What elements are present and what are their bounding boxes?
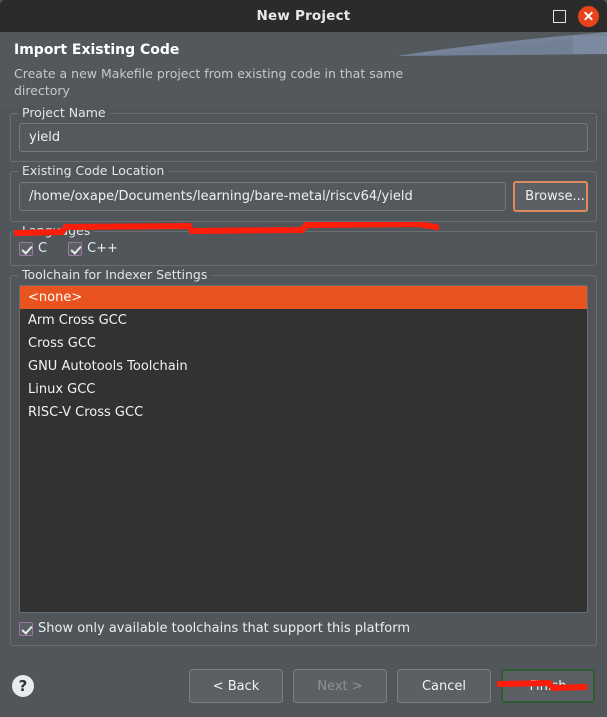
new-project-dialog: New Project Import Existing Code Create … bbox=[0, 0, 607, 717]
languages-row: C C++ bbox=[19, 241, 588, 256]
dialog-body: Project Name Existing Code Location Brow… bbox=[0, 105, 607, 655]
toolchain-filter-row: Show only available toolchains that supp… bbox=[19, 613, 588, 636]
toolchain-group-label: Toolchain for Indexer Settings bbox=[18, 267, 212, 283]
show-available-toolchains-checkbox[interactable]: Show only available toolchains that supp… bbox=[19, 621, 588, 636]
back-button[interactable]: < Back bbox=[189, 669, 283, 703]
maximize-icon[interactable] bbox=[553, 9, 566, 23]
wizard-header: Import Existing Code Create a new Makefi… bbox=[0, 32, 607, 109]
code-location-input[interactable] bbox=[19, 182, 507, 211]
cancel-button[interactable]: Cancel bbox=[397, 669, 491, 703]
list-item[interactable]: RISC-V Cross GCC bbox=[20, 401, 587, 424]
check-icon bbox=[19, 621, 33, 636]
list-item[interactable]: GNU Autotools Toolchain bbox=[20, 355, 587, 378]
language-checkbox-cpp[interactable]: C++ bbox=[68, 241, 118, 256]
language-label-c: C bbox=[38, 241, 48, 256]
next-button: Next > bbox=[293, 669, 387, 703]
check-icon bbox=[19, 241, 33, 256]
title-bar: New Project bbox=[0, 0, 607, 32]
window-title: New Project bbox=[256, 8, 351, 24]
project-name-group-label: Project Name bbox=[18, 105, 110, 121]
languages-group: Languages C C++ bbox=[10, 223, 597, 266]
list-item[interactable]: Linux GCC bbox=[20, 378, 587, 401]
footer-button-group: < Back Next > Cancel Finish bbox=[189, 669, 595, 703]
list-item[interactable]: Arm Cross GCC bbox=[20, 309, 587, 332]
list-item[interactable]: <none> bbox=[20, 286, 587, 309]
browse-button[interactable]: Browse... bbox=[513, 181, 588, 212]
code-location-row: Browse... bbox=[19, 181, 588, 212]
show-available-toolchains-label: Show only available toolchains that supp… bbox=[38, 621, 411, 636]
close-icon[interactable] bbox=[578, 5, 599, 27]
check-icon bbox=[68, 241, 83, 256]
toolchain-list[interactable]: <none> Arm Cross GCC Cross GCC GNU Autot… bbox=[19, 285, 588, 613]
finish-button[interactable]: Finish bbox=[501, 669, 595, 703]
list-item[interactable]: Cross GCC bbox=[20, 332, 587, 355]
window-controls bbox=[553, 0, 599, 32]
language-checkbox-c[interactable]: C bbox=[19, 241, 47, 256]
dialog-footer: ? < Back Next > Cancel Finish bbox=[0, 655, 607, 717]
code-location-group: Existing Code Location Browse... bbox=[10, 163, 597, 222]
language-label-cpp: C++ bbox=[87, 241, 118, 256]
toolchain-group: Toolchain for Indexer Settings <none> Ar… bbox=[10, 267, 597, 646]
project-name-input[interactable] bbox=[19, 123, 588, 152]
page-description: Create a new Makefile project from exist… bbox=[14, 66, 404, 98]
languages-group-label: Languages bbox=[18, 223, 95, 239]
help-icon[interactable]: ? bbox=[12, 675, 34, 697]
code-location-group-label: Existing Code Location bbox=[18, 163, 169, 179]
page-title: Import Existing Code bbox=[14, 42, 180, 58]
project-name-group: Project Name bbox=[10, 105, 597, 162]
